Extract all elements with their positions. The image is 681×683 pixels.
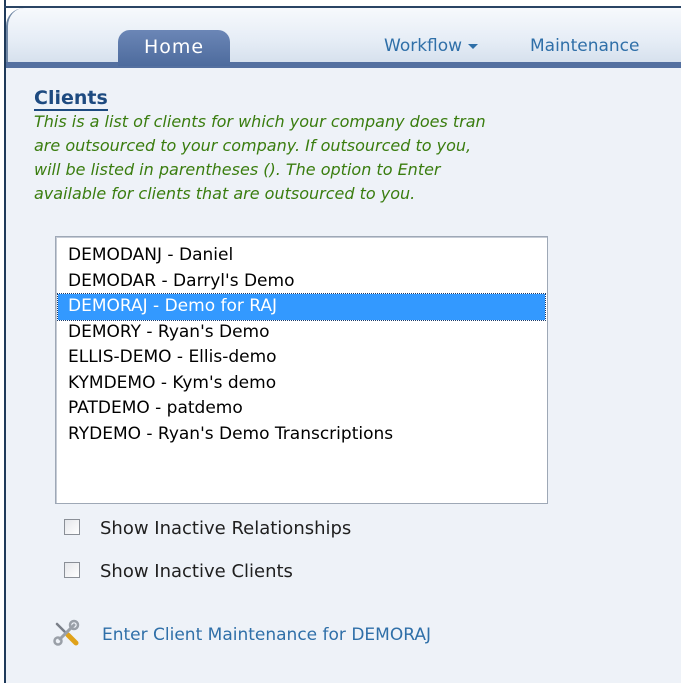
chevron-down-icon [468,43,479,49]
description-line: available for clients that are outsource… [34,184,416,203]
list-item[interactable]: DEMODAR - Darryl's Demo [58,269,545,295]
show-inactive-relationships-row: Show Inactive Relationships [64,518,351,539]
list-item[interactable]: RYDEMO - Ryan's Demo Transcriptions [58,422,545,448]
list-item[interactable]: ELLIS-DEMO - Ellis-demo [58,345,545,371]
nav-workflow-menu[interactable]: Workflow [384,36,479,56]
list-item[interactable]: PATDEMO - patdemo [58,396,545,422]
tab-home[interactable]: Home [118,30,230,66]
client-listbox[interactable]: DEMODANJ - Daniel DEMODAR - Darryl's Dem… [55,236,548,504]
show-inactive-relationships-label[interactable]: Show Inactive Relationships [100,518,351,539]
nav-workflow-label: Workflow [384,36,463,56]
list-item[interactable]: DEMODANJ - Daniel [58,243,545,269]
list-item[interactable]: DEMORY - Ryan's Demo [58,320,545,346]
window-border-top [4,6,681,8]
page-description: This is a list of clients for which your… [34,110,681,206]
nav-maintenance-menu[interactable]: Maintenance [530,36,639,56]
enter-client-maintenance-label[interactable]: Enter Client Maintenance for DEMORAJ [102,625,431,645]
description-line: are outsourced to your company. If outso… [34,136,472,155]
show-inactive-clients-label[interactable]: Show Inactive Clients [100,561,293,582]
page-title: Clients [34,87,108,111]
list-item-selected[interactable]: DEMORAJ - Demo for RAJ [57,293,546,321]
description-line: This is a list of clients for which your… [34,112,486,131]
app-frame: Home Workflow Maintenance Clients This i… [0,0,681,683]
tools-icon [52,619,80,647]
show-inactive-clients-row: Show Inactive Clients [64,561,293,582]
list-item[interactable]: KYMDEMO - Kym's demo [58,371,545,397]
show-inactive-clients-checkbox[interactable] [64,562,80,578]
description-line: will be listed in parentheses (). The op… [34,160,441,179]
enter-client-maintenance-link[interactable]: Enter Client Maintenance for DEMORAJ [52,619,431,649]
show-inactive-relationships-checkbox[interactable] [64,519,80,535]
